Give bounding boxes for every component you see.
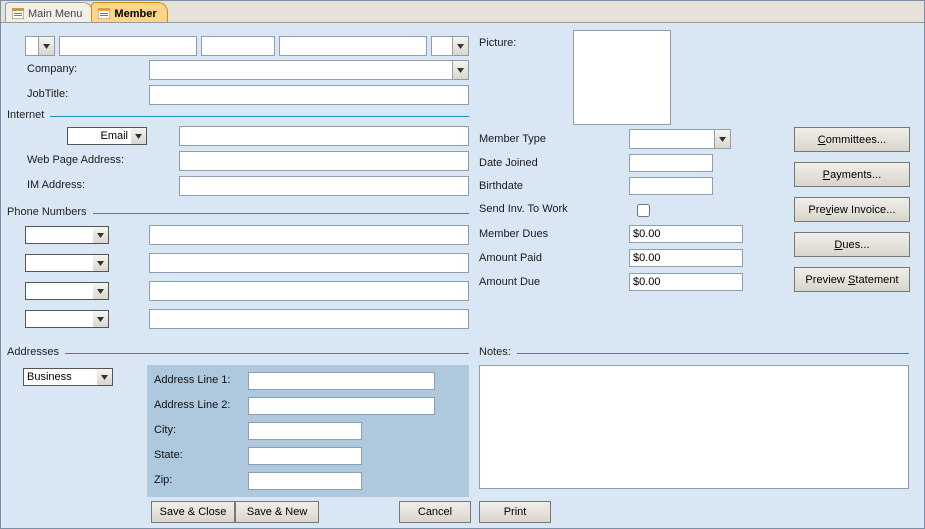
company-combo[interactable] xyxy=(149,60,469,80)
address-type-field[interactable] xyxy=(24,369,97,385)
payments-button[interactable]: Payments... xyxy=(794,162,910,187)
suffix-field[interactable] xyxy=(432,37,452,55)
first-name-field[interactable] xyxy=(59,36,197,56)
amountpaid-field[interactable] xyxy=(629,249,743,267)
state-field[interactable] xyxy=(248,447,362,465)
membertype-label: Member Type xyxy=(479,133,546,145)
phone3-type-field[interactable] xyxy=(26,283,93,299)
addr1-field[interactable] xyxy=(248,372,435,390)
memberdues-field[interactable] xyxy=(629,225,743,243)
phone2-field[interactable] xyxy=(149,253,469,273)
cancel-button[interactable]: Cancel xyxy=(399,501,471,523)
tab-member[interactable]: Member xyxy=(91,2,167,22)
email-field[interactable] xyxy=(179,126,469,146)
dropdown-icon[interactable] xyxy=(93,226,109,244)
addresses-label: Addresses xyxy=(7,346,65,358)
email-type-field[interactable] xyxy=(68,128,131,144)
jobtitle-field[interactable] xyxy=(149,85,469,105)
print-button[interactable]: Print xyxy=(479,501,551,523)
dropdown-icon[interactable] xyxy=(131,127,147,145)
salutation-combo[interactable] xyxy=(25,36,55,56)
suffix-combo[interactable] xyxy=(431,36,469,56)
membertype-combo[interactable] xyxy=(629,129,731,149)
phone1-field[interactable] xyxy=(149,225,469,245)
sendinv-label: Send Inv. To Work xyxy=(479,203,568,215)
phone4-field[interactable] xyxy=(149,309,469,329)
notes-label: Notes: xyxy=(479,346,517,358)
phone1-type-combo[interactable] xyxy=(25,226,109,244)
im-field[interactable] xyxy=(179,176,469,196)
datejoined-field[interactable] xyxy=(629,154,713,172)
sendinv-checkbox[interactable] xyxy=(637,204,650,217)
preview-invoice-button[interactable]: Preview Invoice... xyxy=(794,197,910,222)
dropdown-icon[interactable] xyxy=(714,130,730,148)
form-body: Company: JobTitle: Internet Web Page Add… xyxy=(1,23,924,528)
birthdate-field[interactable] xyxy=(629,177,713,195)
address-panel: Address Line 1: Address Line 2: City: St… xyxy=(147,365,469,497)
dropdown-icon[interactable] xyxy=(452,61,468,79)
phone4-type-combo[interactable] xyxy=(25,310,109,328)
amountdue-label: Amount Due xyxy=(479,276,540,288)
form-icon xyxy=(12,8,24,19)
addresses-divider xyxy=(11,353,469,354)
middle-name-field[interactable] xyxy=(201,36,275,56)
dropdown-icon[interactable] xyxy=(97,368,113,386)
zip-field[interactable] xyxy=(248,472,362,490)
save-new-button[interactable]: Save & New xyxy=(235,501,319,523)
address-type-combo[interactable] xyxy=(23,368,113,386)
notes-divider xyxy=(479,353,909,354)
state-label: State: xyxy=(154,449,183,461)
city-field[interactable] xyxy=(248,422,362,440)
dues-button[interactable]: Dues... xyxy=(794,232,910,257)
tab-label-member: Member xyxy=(114,8,156,20)
addr2-field[interactable] xyxy=(248,397,435,415)
company-label: Company: xyxy=(27,63,77,75)
jobtitle-label: JobTitle: xyxy=(27,88,68,100)
picture-box[interactable] xyxy=(573,30,671,125)
dropdown-icon[interactable] xyxy=(38,37,54,55)
birthdate-label: Birthdate xyxy=(479,180,523,192)
internet-label: Internet xyxy=(7,109,50,121)
webpage-field[interactable] xyxy=(179,151,469,171)
tab-bar: Main Menu Member xyxy=(1,1,924,23)
committees-button[interactable]: Committees... xyxy=(794,127,910,152)
memberdues-label: Member Dues xyxy=(479,228,548,240)
webpage-label: Web Page Address: xyxy=(27,154,124,166)
email-type-combo[interactable] xyxy=(67,127,147,145)
preview-statement-button[interactable]: Preview Statement xyxy=(794,267,910,292)
dropdown-icon[interactable] xyxy=(93,310,109,328)
internet-divider xyxy=(11,116,469,117)
phone3-type-combo[interactable] xyxy=(25,282,109,300)
last-name-field[interactable] xyxy=(279,36,427,56)
datejoined-label: Date Joined xyxy=(479,157,538,169)
phone2-type-combo[interactable] xyxy=(25,254,109,272)
salutation-field[interactable] xyxy=(26,37,38,55)
amountpaid-label: Amount Paid xyxy=(479,252,542,264)
dropdown-icon[interactable] xyxy=(452,37,468,55)
phone3-field[interactable] xyxy=(149,281,469,301)
dropdown-icon[interactable] xyxy=(93,254,109,272)
form-icon xyxy=(98,8,110,19)
phone-label: Phone Numbers xyxy=(7,206,93,218)
phone4-type-field[interactable] xyxy=(26,311,93,327)
tab-main-menu[interactable]: Main Menu xyxy=(5,2,93,22)
membertype-field[interactable] xyxy=(630,130,714,148)
phone1-type-field[interactable] xyxy=(26,227,93,243)
company-field[interactable] xyxy=(150,61,452,79)
im-label: IM Address: xyxy=(27,179,85,191)
city-label: City: xyxy=(154,424,176,436)
dropdown-icon[interactable] xyxy=(93,282,109,300)
save-close-button[interactable]: Save & Close xyxy=(151,501,235,523)
amountdue-field[interactable] xyxy=(629,273,743,291)
picture-label: Picture: xyxy=(479,37,516,49)
notes-field[interactable] xyxy=(479,365,909,489)
phone2-type-field[interactable] xyxy=(26,255,93,271)
zip-label: Zip: xyxy=(154,474,172,486)
addr2-label: Address Line 2: xyxy=(154,399,230,411)
addr1-label: Address Line 1: xyxy=(154,374,230,386)
tab-label-main-menu: Main Menu xyxy=(28,8,82,20)
